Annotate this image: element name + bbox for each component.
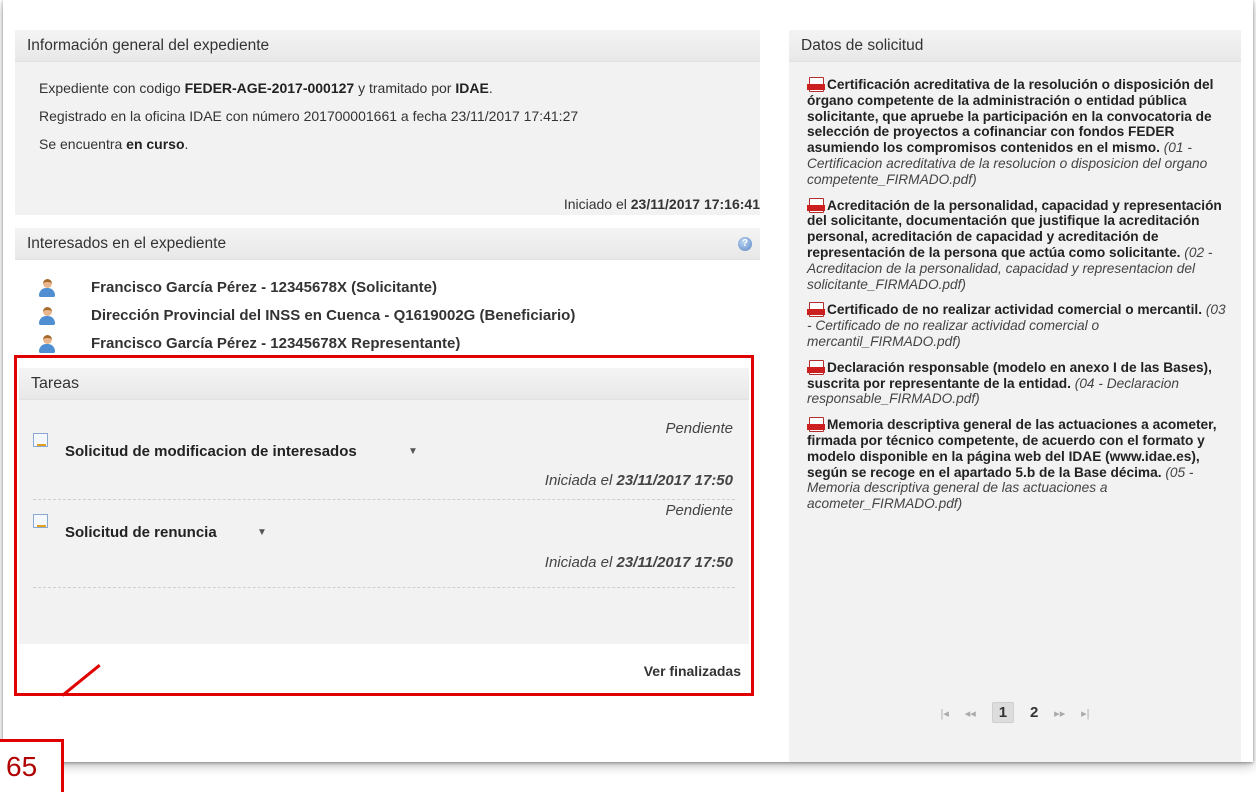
task-date: Iniciada el 23/11/2017 17:50 (544, 554, 733, 571)
pagination: |◂ ◂◂ 1 2 ▸▸ ▸| (789, 702, 1241, 723)
document-item[interactable]: Declaración responsable (modelo en anexo… (807, 359, 1229, 407)
prev-page-button[interactable]: ◂◂ (965, 707, 976, 720)
page-1-button[interactable]: 1 (991, 702, 1015, 723)
datos-list: Certificación acreditativa de la resoluc… (789, 62, 1241, 512)
task-title-link[interactable]: Solicitud de modificacion de interesados (65, 443, 357, 460)
started-date: Iniciado el 23/11/2017 17:16:41 (563, 196, 760, 212)
last-page-button[interactable]: ▸| (1081, 707, 1089, 720)
pdf-icon (807, 359, 825, 375)
expediente-line: Expediente con codigo FEDER-AGE-2017-000… (39, 80, 493, 96)
task-icon (33, 433, 48, 447)
chevron-down-icon[interactable]: ▼ (257, 527, 267, 538)
interesados-header: Interesados en el expediente ? (15, 228, 760, 260)
next-page-button[interactable]: ▸▸ (1054, 707, 1065, 720)
document-item[interactable]: Memoria descriptiva general de las actua… (807, 417, 1229, 512)
document-item[interactable]: Certificación acreditativa de la resoluc… (807, 77, 1229, 188)
chevron-down-icon[interactable]: ▼ (408, 446, 418, 457)
task-status: Pendiente (665, 420, 733, 437)
callout-number: 65 (0, 739, 64, 792)
list-item: Francisco García Pérez - 12345678X Repre… (29, 330, 749, 358)
info-body: Expediente con codigo FEDER-AGE-2017-000… (15, 62, 760, 158)
help-icon[interactable]: ? (738, 237, 752, 251)
interesados-list: Francisco García Pérez - 12345678X (Soli… (29, 274, 749, 358)
tareas-panel: Tareas Pendiente Solicitud de modificaci… (19, 368, 749, 644)
pdf-icon (807, 77, 825, 92)
left-column: Información general del expediente Exped… (15, 30, 760, 353)
info-panel-header: Información general del expediente (15, 30, 760, 62)
status-line: Se encuentra en curso. (39, 136, 189, 152)
task-title-link[interactable]: Solicitud de renuncia (65, 524, 217, 541)
task-status: Pendiente (665, 502, 733, 519)
expediente-code: FEDER-AGE-2017-000127 (184, 80, 355, 96)
registro-line: Registrado en la oficina IDAE con número… (39, 108, 579, 124)
document-item[interactable]: Acreditación de la personalidad, capacid… (807, 197, 1229, 293)
pdf-icon (807, 302, 825, 318)
task-date: Iniciada el 23/11/2017 17:50 (544, 472, 733, 489)
page-2-button[interactable]: 2 (1030, 704, 1038, 721)
user-icon (39, 335, 55, 353)
user-icon (39, 279, 55, 297)
document-item[interactable]: Certificado de no realizar actividad com… (807, 302, 1229, 349)
datos-panel: Datos de solicitud Certificación acredit… (789, 30, 1241, 762)
list-item: Dirección Provincial del INSS en Cuenca … (29, 302, 749, 330)
task-item: Pendiente Solicitud de modificacion de i… (33, 414, 735, 500)
tareas-highlight-box: Tareas Pendiente Solicitud de modificaci… (14, 355, 754, 696)
first-page-button[interactable]: |◂ (940, 707, 948, 720)
info-panel: Información general del expediente Exped… (15, 30, 760, 215)
datos-header: Datos de solicitud (789, 30, 1241, 62)
pdf-icon (807, 417, 825, 433)
expediente-window: Información general del expediente Exped… (3, 0, 1253, 762)
status-value: en curso (126, 136, 185, 152)
task-icon (33, 514, 48, 528)
task-item: Pendiente Solicitud de renuncia ▼ Inicia… (33, 502, 735, 588)
tareas-header: Tareas (19, 368, 749, 400)
user-icon (39, 307, 55, 325)
pdf-icon (807, 197, 825, 213)
tramitador-org: IDAE (455, 80, 489, 96)
list-item: Francisco García Pérez - 12345678X (Soli… (29, 274, 749, 302)
ver-finalizadas-link[interactable]: Ver finalizadas (644, 663, 741, 679)
